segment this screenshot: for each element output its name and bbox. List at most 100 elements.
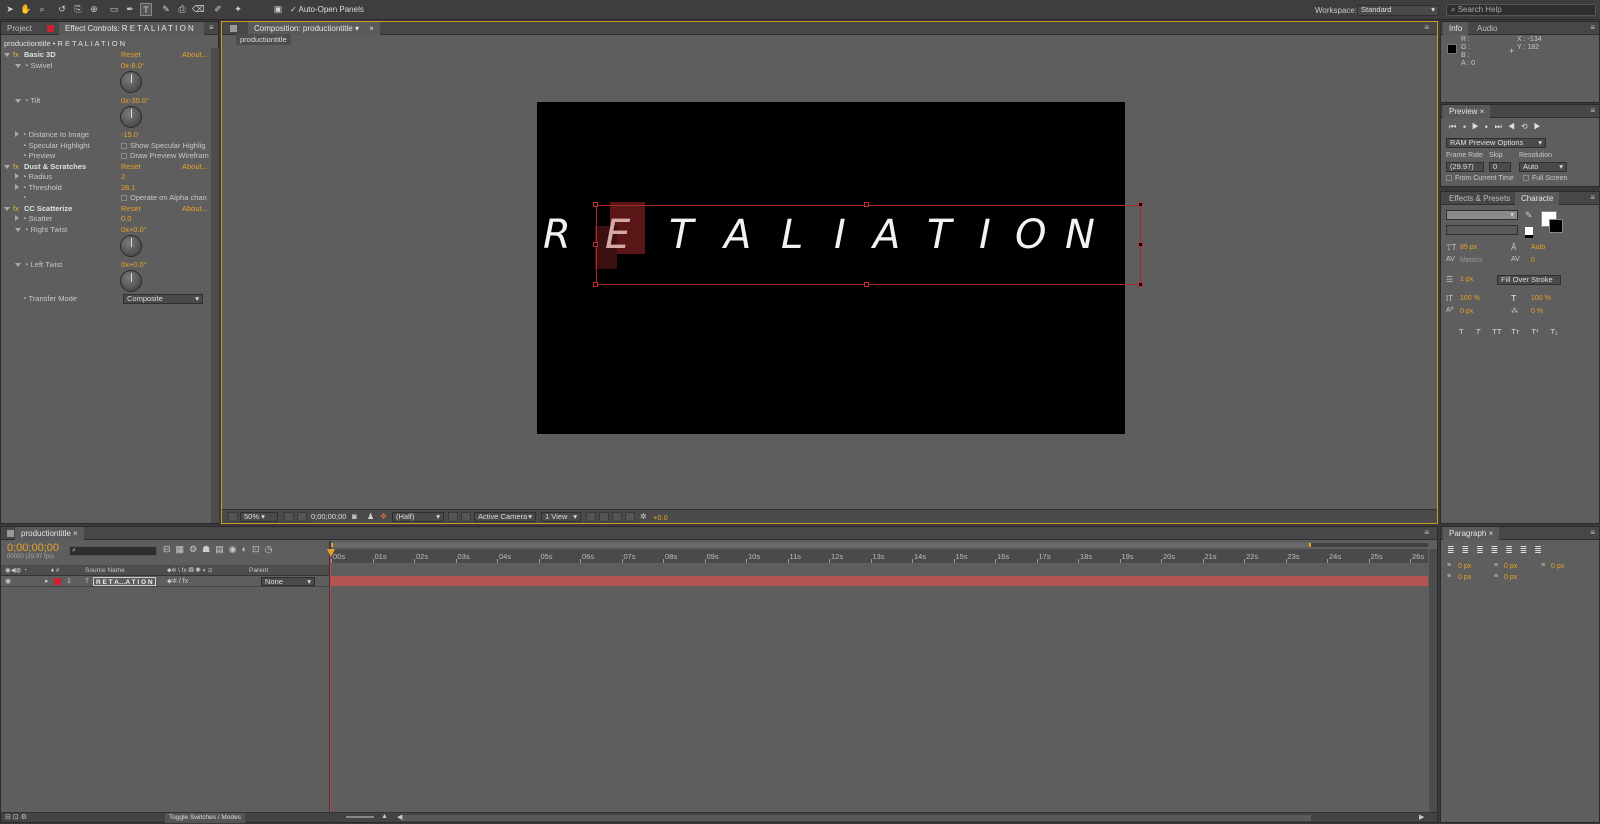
tilt-value[interactable]: 0x-35.0° <box>121 95 149 106</box>
twirl-right-icon[interactable] <box>15 131 19 137</box>
stopwatch-icon[interactable]: ◔ <box>22 172 27 181</box>
stroke-width-value[interactable]: 1 px <box>1460 276 1473 283</box>
space-before-value[interactable]: 0 px <box>1458 574 1471 581</box>
graph-editor-icon[interactable]: ⊡ <box>252 544 265 554</box>
twirl-down-icon[interactable] <box>4 165 10 169</box>
mute-icon[interactable]: ◀ <box>1508 122 1521 131</box>
right-twist-dial[interactable] <box>120 235 142 257</box>
baseline-value[interactable]: 0 px <box>1460 308 1473 315</box>
align-center-icon[interactable]: ≣ <box>1462 545 1477 555</box>
twirl-right-icon[interactable] <box>15 184 19 190</box>
font-size-value[interactable]: 85 px <box>1460 244 1477 251</box>
handle[interactable] <box>1138 282 1143 287</box>
play-icon[interactable]: ▶ <box>1472 122 1485 131</box>
tsume-value[interactable]: 0 % <box>1531 308 1543 315</box>
layer-name[interactable]: R E T A…A T I O N <box>93 577 156 586</box>
effect-controls-scrollbar[interactable] <box>211 48 219 523</box>
handle[interactable] <box>1138 202 1143 207</box>
type-tool-icon[interactable]: T <box>140 3 152 16</box>
first-frame-icon[interactable]: ⏮ <box>1449 122 1462 131</box>
indent-left-value[interactable]: 0 px <box>1458 563 1471 570</box>
snapshot-icon[interactable]: ◙ <box>352 512 357 521</box>
stopwatch-icon[interactable]: ◔ <box>22 193 27 202</box>
alpha-checkbox[interactable]: Operate on Alpha chan <box>121 192 207 203</box>
full-screen-checkbox[interactable]: Full Screen <box>1523 175 1567 182</box>
scroll-right-icon[interactable]: ▶ <box>1419 813 1424 821</box>
panel-menu-icon[interactable]: ≡ <box>1590 193 1595 202</box>
tab-paragraph[interactable]: Paragraph × <box>1443 527 1500 540</box>
left-twist-dial[interactable] <box>120 270 142 292</box>
white-swatch[interactable] <box>1525 227 1533 235</box>
handle[interactable] <box>1138 242 1143 247</box>
layer-switches-icon[interactable]: ⬥✲ / fx <box>167 576 188 587</box>
brush-tool-icon[interactable]: ✎ <box>160 3 172 16</box>
roto-brush-tool-icon[interactable]: ✐ <box>212 3 224 16</box>
twirl-down-icon[interactable] <box>15 99 21 103</box>
faux-italic-button[interactable]: T <box>1476 327 1481 336</box>
show-snapshot-icon[interactable]: ♟ <box>367 512 374 521</box>
twirl-right-icon[interactable] <box>15 173 19 179</box>
current-time-indicator[interactable] <box>327 549 335 557</box>
mask-visibility-icon[interactable] <box>297 512 307 522</box>
subscript-button[interactable]: T₁ <box>1551 327 1558 336</box>
view-layout-select[interactable]: 1 View ▾ <box>541 512 581 522</box>
pen-tool-icon[interactable]: ✒ <box>124 3 136 16</box>
tab-character[interactable]: Characte <box>1515 192 1560 205</box>
radius-value[interactable]: 2 <box>121 171 125 182</box>
close-icon[interactable]: × <box>369 24 374 33</box>
frame-blending-icon[interactable]: ▤ <box>215 544 229 554</box>
eyedropper-icon[interactable]: ✎ <box>1525 210 1533 221</box>
handle[interactable] <box>864 282 869 287</box>
font-style-select[interactable] <box>1446 225 1518 235</box>
effect-basic-3d[interactable]: fx Basic 3D Reset About... <box>4 49 210 60</box>
resolution-preview-select[interactable]: Auto ▾ <box>1519 162 1567 172</box>
transparency-grid-icon[interactable] <box>461 512 471 522</box>
zoom-tool-icon[interactable]: ⌕ <box>36 3 48 16</box>
pan-behind-tool-icon[interactable]: ⊕ <box>88 3 100 16</box>
twirl-down-icon[interactable] <box>15 228 21 232</box>
exposure-value[interactable]: +0.0 <box>653 513 668 522</box>
twirl-down-icon[interactable] <box>15 64 21 68</box>
handle[interactable] <box>593 282 598 287</box>
draft-3d-icon[interactable]: ⚙ <box>189 544 202 554</box>
distance-value[interactable]: -15.0 <box>121 129 138 140</box>
next-frame-icon[interactable]: ▸ <box>1485 122 1495 131</box>
layer-row[interactable]: ◉ ▸ 1 T R E T A…A T I O N ⬥✲ / fx None ▾ <box>1 576 329 587</box>
timeline-current-time[interactable]: 0;00;00;00 <box>7 542 59 554</box>
small-caps-button[interactable]: Tт <box>1511 327 1519 336</box>
stopwatch-icon[interactable]: ◔ <box>22 130 27 139</box>
reset-button[interactable]: Reset <box>121 49 141 60</box>
horizontal-scale-value[interactable]: 100 % <box>1531 295 1551 302</box>
justify-right-icon[interactable]: ≣ <box>1520 545 1535 555</box>
timeline-horizontal-scrollbar[interactable] <box>401 815 1311 821</box>
about-button[interactable]: About... <box>182 49 208 60</box>
swivel-dial[interactable] <box>120 71 142 93</box>
skip-select[interactable]: 0 <box>1489 162 1511 172</box>
handle[interactable] <box>593 202 598 207</box>
footer-icons[interactable]: ⊟ ⊡ ⚙ <box>5 813 27 821</box>
camera-tool-icon[interactable]: ⎘ <box>72 3 84 16</box>
pixel-aspect-icon[interactable] <box>586 512 596 522</box>
tab-timeline[interactable]: productiontitle × <box>15 527 84 540</box>
tab-info[interactable]: Info <box>1443 22 1469 35</box>
puppet-pin-tool-icon[interactable]: ✦ <box>232 3 244 16</box>
stopwatch-icon[interactable]: ◔ <box>22 214 27 223</box>
timeline-icon[interactable] <box>612 512 622 522</box>
ram-preview-options-select[interactable]: RAM Preview Options ▾ <box>1446 138 1546 148</box>
flowchart-icon[interactable] <box>625 512 635 522</box>
space-after-value[interactable]: 0 px <box>1504 574 1517 581</box>
motion-blur-icon[interactable]: ◉ <box>229 544 242 554</box>
all-caps-button[interactable]: TT <box>1492 327 1501 336</box>
hide-shy-icon[interactable]: ☗ <box>202 544 215 554</box>
left-twist-value[interactable]: 0x+0.0° <box>121 259 147 270</box>
brainstorm-icon[interactable]: ◐ <box>242 544 252 554</box>
stopwatch-icon[interactable]: ◔ <box>24 225 29 234</box>
tab-effects-presets[interactable]: Effects & Presets <box>1443 192 1516 205</box>
font-family-select[interactable]: ▾ <box>1446 210 1518 220</box>
toggle-switches-modes-button[interactable]: Toggle Switches / Modes <box>165 813 245 823</box>
vertical-scale-value[interactable]: 100 % <box>1460 295 1480 302</box>
tab-effect-controls[interactable]: Effect Controls: R E T A L I A T I O N <box>59 22 204 35</box>
eye-icon[interactable]: ◉ <box>5 576 11 587</box>
timeline-search-input[interactable]: ⌕ <box>69 546 157 556</box>
local-axis-icon[interactable]: ▣ <box>272 3 284 16</box>
